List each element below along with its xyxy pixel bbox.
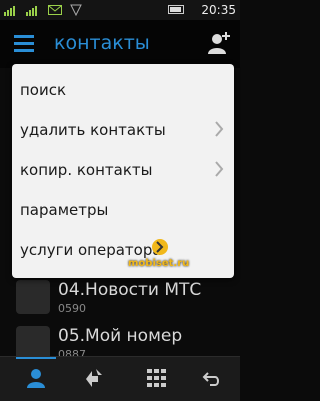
menu-item-search[interactable]: поиск xyxy=(12,70,234,110)
watermark: mobiset.ru xyxy=(128,258,190,269)
avatar xyxy=(16,326,50,360)
dialpad-icon xyxy=(147,369,166,387)
contacts-icon xyxy=(27,369,45,388)
tab-contacts[interactable] xyxy=(8,357,64,401)
menu-icon[interactable] xyxy=(14,35,34,53)
menu-item-label: копир. контакты xyxy=(20,161,153,179)
menu-item-label: удалить контакты xyxy=(20,121,166,139)
chevron-right-icon xyxy=(215,121,224,137)
tab-dialpad[interactable] xyxy=(128,357,184,401)
menu-item-label: поиск xyxy=(20,81,67,99)
page-title: контакты xyxy=(54,32,150,54)
menu-item-label: услуги оператора xyxy=(20,241,162,259)
back-icon xyxy=(202,372,219,386)
contact-name: 05.Мой номер xyxy=(58,326,183,346)
battery-icon xyxy=(168,5,184,14)
menu-item-copy-contacts[interactable]: копир. контакты xyxy=(12,150,234,190)
options-menu: поиск удалить контакты копир. контакты п… xyxy=(12,64,234,278)
app-header: контакты xyxy=(0,20,240,68)
add-contact-icon[interactable] xyxy=(206,30,232,56)
contact-name: 04.Новости МТС xyxy=(58,280,202,300)
tab-call-log[interactable] xyxy=(66,357,122,401)
clock: 20:35 xyxy=(201,3,236,17)
signal-2-icon xyxy=(26,4,37,16)
menu-item-delete-contacts[interactable]: удалить контакты xyxy=(12,110,234,150)
back-button[interactable] xyxy=(184,357,240,401)
status-bar: 20:35 xyxy=(0,0,240,20)
signal-icon xyxy=(4,4,15,16)
network-icon xyxy=(70,4,82,16)
menu-item-operator-services[interactable]: услуги оператора xyxy=(12,230,234,270)
chevron-right-icon xyxy=(215,161,224,177)
list-item[interactable]: 04.Новости МТС 0590 xyxy=(0,272,240,322)
menu-item-label: параметры xyxy=(20,201,109,219)
avatar xyxy=(16,280,50,314)
bottom-toolbar xyxy=(0,356,240,401)
message-icon xyxy=(48,5,62,15)
call-log-icon xyxy=(86,369,102,387)
watermark-logo-icon xyxy=(152,239,168,255)
contact-number: 0590 xyxy=(58,302,86,315)
menu-item-settings[interactable]: параметры xyxy=(12,190,234,230)
